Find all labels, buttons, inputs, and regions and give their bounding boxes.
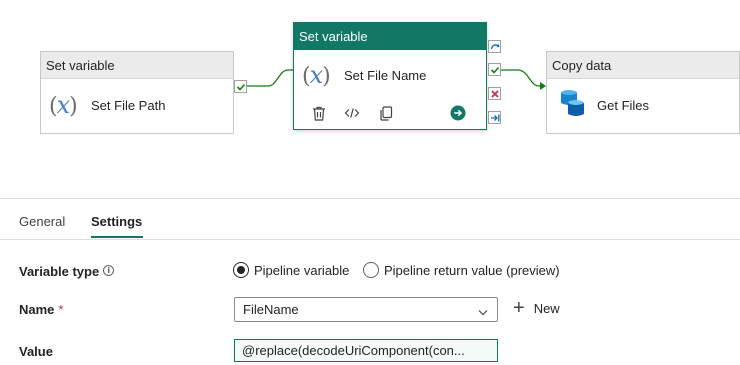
radio-pipeline-variable[interactable]: Pipeline variable xyxy=(233,262,349,278)
activity-name: Get Files xyxy=(597,97,650,113)
variable-type-label-text: Variable type xyxy=(19,264,100,279)
required-mark: * xyxy=(58,302,64,317)
new-variable-button[interactable]: + New xyxy=(513,297,560,319)
value-label: Value xyxy=(19,344,53,359)
panel-divider xyxy=(0,198,740,199)
chevron-down-icon xyxy=(477,302,489,325)
name-dropdown-value: FileName xyxy=(243,302,299,317)
radio-pipeline-return-value[interactable]: Pipeline return value (preview) xyxy=(363,262,560,278)
tab-general[interactable]: General xyxy=(19,214,65,229)
failure-icon[interactable] xyxy=(488,87,501,100)
properties-tabs: General Settings xyxy=(0,206,740,240)
activity-get-files[interactable]: Copy data Get Files xyxy=(546,51,740,134)
radio-circle[interactable] xyxy=(363,262,379,278)
activity-type-label: Set variable xyxy=(294,23,486,50)
activity-name: Set File Path xyxy=(91,97,166,113)
tab-settings[interactable]: Settings xyxy=(91,214,142,229)
radio-circle[interactable] xyxy=(233,262,249,278)
connector-success-2 xyxy=(501,69,540,87)
radio-label: Pipeline variable xyxy=(254,262,350,278)
activity-set-file-path[interactable]: Set variable (x) Set File Path xyxy=(40,51,234,134)
activity-name: Set File Name xyxy=(344,67,427,83)
info-icon[interactable]: i xyxy=(103,265,115,276)
arrow-right-circle-icon[interactable] xyxy=(448,103,468,123)
variable-type-label: Variable type i xyxy=(19,264,115,279)
variable-icon: (x) xyxy=(49,91,78,119)
new-button-label: New xyxy=(533,300,560,316)
plus-icon: + xyxy=(513,297,525,319)
activity-set-file-name[interactable]: Set variable (x) Set File Name xyxy=(293,22,487,130)
database-icon xyxy=(559,88,589,123)
success-icon[interactable] xyxy=(488,63,501,76)
activity-type-label: Set variable xyxy=(41,52,233,79)
trash-icon[interactable] xyxy=(309,103,329,123)
active-tab-indicator xyxy=(91,236,143,238)
code-icon[interactable] xyxy=(342,103,362,123)
radio-label: Pipeline return value (preview) xyxy=(384,262,560,278)
name-label: Name * xyxy=(19,302,63,317)
copy-icon[interactable] xyxy=(376,103,396,123)
connector-success-1 xyxy=(247,69,293,87)
success-port-icon[interactable] xyxy=(234,80,247,93)
name-label-text: Name xyxy=(19,302,55,317)
pipeline-canvas: Set variable (x) Set File Path Set varia… xyxy=(0,0,740,198)
variable-icon: (x) xyxy=(302,61,331,89)
completion-icon[interactable] xyxy=(488,111,501,124)
activity-type-label: Copy data xyxy=(547,52,739,79)
name-dropdown[interactable]: FileName xyxy=(234,297,498,322)
skip-icon[interactable] xyxy=(488,40,501,53)
value-expression-field[interactable]: @replace(decodeUriComponent(con... xyxy=(234,339,498,362)
